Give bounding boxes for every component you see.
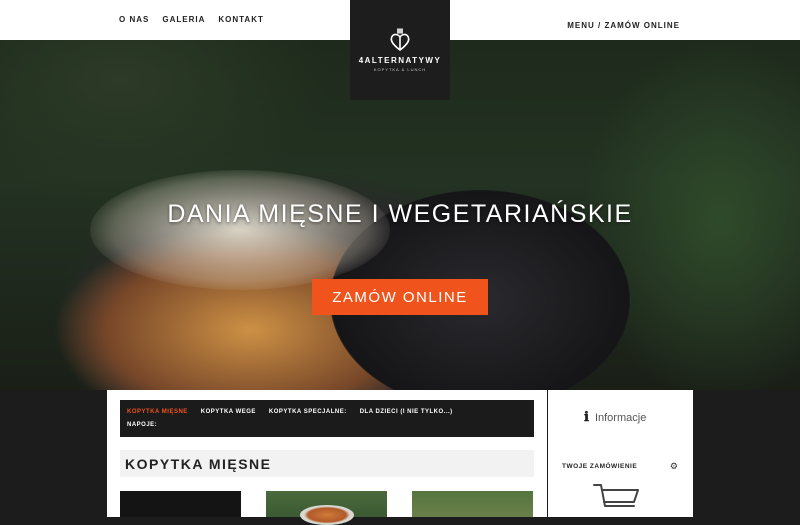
logo-brand-text: 4ALTERNATYWY [358, 56, 442, 65]
category-kopytka-miesne[interactable]: KOPYTKA MIĘSNE [127, 409, 188, 415]
order-online-button[interactable]: ZAMÓW ONLINE [312, 279, 488, 315]
nav-link-menu-order[interactable]: MENU / ZAMÓW ONLINE [567, 21, 680, 30]
nav-link-galeria[interactable]: GALERIA [162, 15, 205, 24]
category-dla-dzieci[interactable]: DLA DZIECI (I NIE TYLKO...) [360, 409, 453, 415]
hero-heading: DANIA MIĘSNE I WEGETARIAŃSKIE [167, 200, 633, 228]
category-row: NAPOJE: [127, 418, 527, 431]
product-thumbnail[interactable] [120, 491, 241, 517]
logo-tagline: KOPYTKA & LUNCH [373, 67, 427, 72]
order-label: TWOJE ZAMÓWIENIE [562, 463, 638, 470]
nav-left: O NAS GALERIA KONTAKT [119, 15, 264, 24]
product-thumbnail[interactable] [412, 491, 533, 517]
menu-panel: KOPYTKA MIĘSNE KOPYTKA WEGE KOPYTKA SPEC… [107, 390, 547, 525]
info-link[interactable]: ℹ Informacje [584, 410, 646, 425]
nav-link-kontakt[interactable]: KONTAKT [218, 15, 264, 24]
product-thumbnail[interactable] [266, 491, 387, 525]
info-icon: ℹ [584, 410, 589, 425]
dish-image [300, 505, 354, 525]
category-kopytka-wege[interactable]: KOPYTKA WEGE [201, 409, 256, 415]
category-kopytka-specjalne[interactable]: KOPYTKA SPECJALNE: [269, 409, 347, 415]
logo-fork-heart-icon [390, 28, 410, 52]
cart-icon [593, 484, 639, 507]
order-sidebar: ℹ Informacje TWOJE ZAMÓWIENIE ⚙ [548, 390, 693, 517]
category-napoje[interactable]: NAPOJE: [127, 422, 157, 428]
category-row: KOPYTKA MIĘSNE KOPYTKA WEGE KOPYTKA SPEC… [127, 405, 527, 418]
section-title-text: KOPYTKA MIĘSNE [125, 455, 272, 472]
order-header: TWOJE ZAMÓWIENIE ⚙ [562, 461, 678, 472]
category-bar: KOPYTKA MIĘSNE KOPYTKA WEGE KOPYTKA SPEC… [120, 400, 534, 437]
info-label: Informacje [594, 411, 647, 424]
gear-icon[interactable]: ⚙ [670, 461, 678, 472]
hero-food-image [90, 170, 390, 290]
nav-link-o-nas[interactable]: O NAS [119, 15, 149, 24]
nav-right: MENU / ZAMÓW ONLINE [567, 15, 680, 33]
site-logo[interactable]: 4ALTERNATYWY KOPYTKA & LUNCH [350, 0, 450, 100]
section-heading: KOPYTKA MIĘSNE [120, 450, 534, 477]
